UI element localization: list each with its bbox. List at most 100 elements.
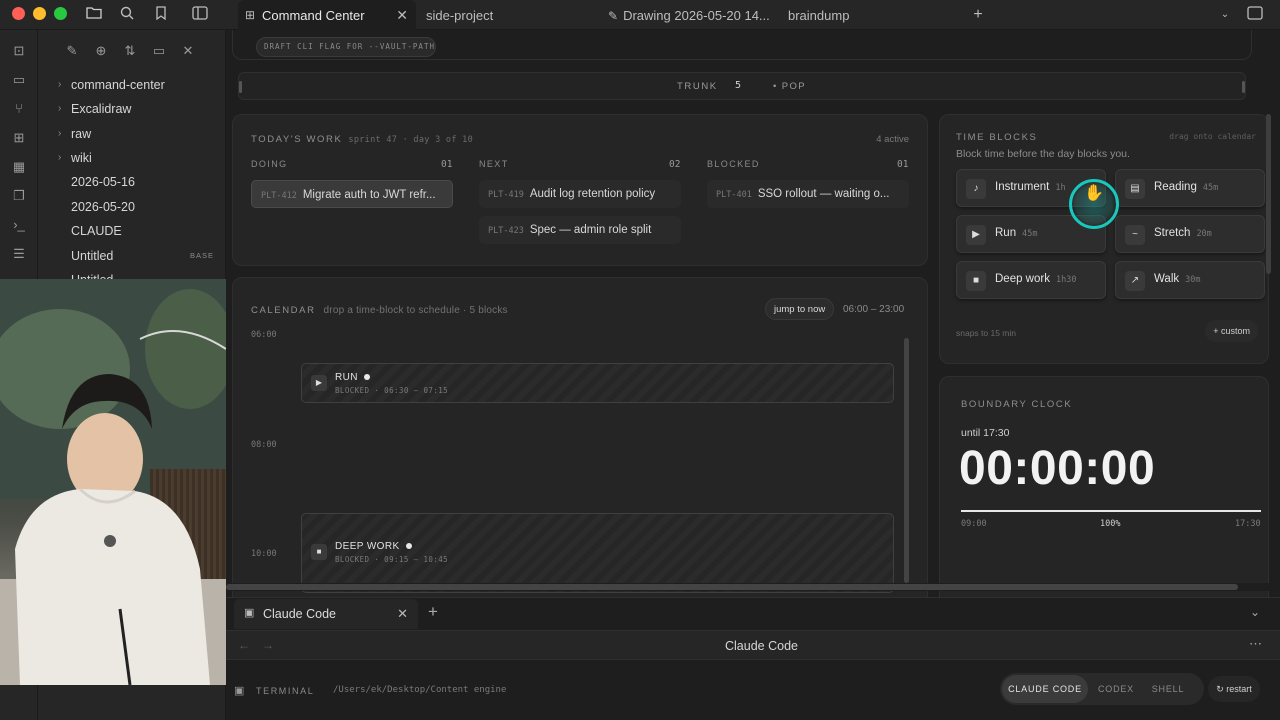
tree-label: CLAUDE <box>71 224 122 238</box>
block-duration: 20m <box>1196 229 1212 239</box>
pop-button[interactable]: • POP <box>773 81 806 92</box>
scrollbar-thumb[interactable] <box>226 584 1238 590</box>
progress-start: 09:00 <box>961 519 987 529</box>
files-icon[interactable]: ❐ <box>9 186 29 206</box>
event-meta: BLOCKED · 06:30 – 07:15 <box>335 386 449 395</box>
custom-block-button[interactable]: + custom <box>1205 320 1258 342</box>
trunk-label: TRUNK <box>677 81 718 92</box>
tree-file[interactable]: 2026-05-16 <box>38 171 226 193</box>
column-next-header: NEXT <box>479 159 509 169</box>
time-block-deep-work[interactable]: ■ Deep work 1h30 <box>956 261 1106 299</box>
terminal-panel-icon[interactable]: ⊡ <box>9 41 29 61</box>
tree-label: wiki <box>71 151 92 165</box>
folder-icon[interactable] <box>84 5 104 25</box>
status-dot-icon <box>364 374 371 380</box>
command-icon[interactable]: ›_ <box>9 215 29 235</box>
graph-icon[interactable]: ⑂ <box>9 99 29 119</box>
bottom-panel: ▣ Claude Code ✕ + ⌄ ← → Claude Code ⋯ ▣ … <box>226 597 1280 720</box>
tree-folder[interactable]: › command-center <box>38 74 226 96</box>
close-icon[interactable]: ✕ <box>397 606 408 622</box>
hand-cursor-icon: ✋ <box>1084 185 1104 202</box>
tree-folder[interactable]: › raw <box>38 123 226 145</box>
right-sidebar-toggle-icon[interactable] <box>1245 5 1265 25</box>
mode-codex[interactable]: CODEX <box>1090 675 1142 703</box>
chevron-down-icon[interactable]: ⌄ <box>1215 5 1235 25</box>
top-card-edge <box>232 30 1252 60</box>
event-name: DEEP WORK <box>335 541 412 552</box>
block-name: Instrument <box>995 181 1050 193</box>
progress-end: 17:30 <box>1235 519 1261 529</box>
trunk-bar: TRUNK 5 • POP <box>238 72 1246 100</box>
file-search-icon[interactable]: ▭ <box>9 70 29 90</box>
jump-to-now-button[interactable]: jump to now <box>765 298 835 320</box>
time-block-stretch[interactable]: ~ Stretch 20m <box>1115 215 1265 253</box>
section-title: TODAY'S WORK <box>251 134 343 145</box>
calendar-icon[interactable]: ▦ <box>9 157 29 177</box>
bookmark-icon[interactable] <box>151 5 171 25</box>
tab-braindump[interactable]: braindump <box>788 0 849 30</box>
ticket-card[interactable]: PLT-423 Spec — admin role split <box>479 216 681 244</box>
mode-shell[interactable]: SHELL <box>1144 675 1192 703</box>
new-tab-icon[interactable]: + <box>968 5 988 25</box>
more-options-icon[interactable]: ⋯ <box>1249 636 1262 652</box>
play-icon: ▶ <box>311 375 327 391</box>
mode-claude-code[interactable]: CLAUDE CODE <box>1002 675 1088 703</box>
tree-file[interactable]: CLAUDE <box>38 220 226 242</box>
section-subtitle: drop a time-block to schedule · 5 blocks <box>323 305 508 316</box>
right-scrollbar[interactable] <box>1266 114 1271 274</box>
close-icon[interactable]: ✕ <box>396 0 408 31</box>
close-window-button[interactable] <box>12 7 25 20</box>
time-block-reading[interactable]: ▤ Reading 45m <box>1115 169 1265 207</box>
hour-label: 06:00 <box>251 330 277 340</box>
title-bar: ⊞ Command Center ✕ side-project ✎ Drawing… <box>0 0 1280 30</box>
horizontal-scrollbar[interactable] <box>226 583 1280 591</box>
chevron-right-icon: › <box>58 152 62 163</box>
progress-fill <box>961 510 1261 512</box>
sort-icon[interactable]: ⇅ <box>121 42 139 60</box>
tab-drawing[interactable]: ✎ Drawing 2026-05-20 14... <box>608 0 770 30</box>
back-arrow-icon[interactable]: ← <box>238 638 250 652</box>
close-all-icon[interactable]: ✕ <box>179 42 197 60</box>
calendar-scrollbar[interactable] <box>904 338 909 583</box>
tab-command-center[interactable]: ⊞ Command Center ✕ <box>238 0 416 30</box>
minimize-window-button[interactable] <box>33 7 46 20</box>
trunk-right-handle[interactable] <box>1242 81 1245 93</box>
collapse-icon[interactable]: ▭ <box>150 42 168 60</box>
chevron-down-icon[interactable]: ⌄ <box>1250 605 1260 619</box>
new-folder-icon[interactable]: ⊕ <box>92 42 110 60</box>
calendar-event-deep-work[interactable]: ■ DEEP WORK BLOCKED · 09:15 – 10:45 <box>301 513 894 593</box>
restart-button[interactable]: ↻ restart <box>1208 676 1260 702</box>
tree-file[interactable]: 2026-05-20 <box>38 196 226 218</box>
claude-code-tab[interactable]: ▣ Claude Code ✕ <box>234 599 418 629</box>
block-duration: 1h30 <box>1055 275 1077 285</box>
status-dot-icon <box>405 543 412 549</box>
new-note-icon[interactable]: ✎ <box>63 42 81 60</box>
ticket-card[interactable]: PLT-401 SSO rollout — waiting o... <box>707 180 909 208</box>
section-title: CALENDAR <box>251 305 316 316</box>
calendar-event-run[interactable]: ▶ RUN BLOCKED · 06:30 – 07:15 <box>301 363 894 403</box>
chevron-right-icon: › <box>58 128 62 139</box>
block-name: Reading <box>1154 181 1197 193</box>
active-count: 4 active <box>876 134 909 145</box>
ticket-card[interactable]: PLT-419 Audit log retention policy <box>479 180 681 208</box>
until-label: until 17:30 <box>961 427 1010 439</box>
time-block-walk[interactable]: ↗ Walk 30m <box>1115 261 1265 299</box>
event-time: 09:15 – 10:45 <box>384 555 449 564</box>
event-name: RUN <box>335 372 371 383</box>
zoom-window-button[interactable] <box>54 7 67 20</box>
new-terminal-icon[interactable]: + <box>428 602 438 622</box>
tree-file[interactable]: Untitled BASE <box>38 245 226 267</box>
search-icon[interactable] <box>117 5 137 25</box>
ticket-card[interactable]: PLT-412 Migrate auth to JWT refr... <box>251 180 453 208</box>
tree-folder[interactable]: › Excalidraw <box>38 98 226 120</box>
sidebar-toggle-icon[interactable] <box>190 5 210 25</box>
tree-folder[interactable]: › wiki <box>38 147 226 169</box>
tree-file[interactable]: Untitled <box>38 269 226 279</box>
forward-arrow-icon[interactable]: → <box>262 638 274 652</box>
calendar-range: 06:00 – 23:00 <box>843 304 905 315</box>
trunk-left-handle[interactable] <box>239 81 242 93</box>
canvas-icon[interactable]: ⊞ <box>9 128 29 148</box>
list-icon[interactable]: ☰ <box>9 244 29 264</box>
tab-side-project[interactable]: side-project <box>426 0 493 30</box>
block-name: Walk <box>1154 273 1180 285</box>
